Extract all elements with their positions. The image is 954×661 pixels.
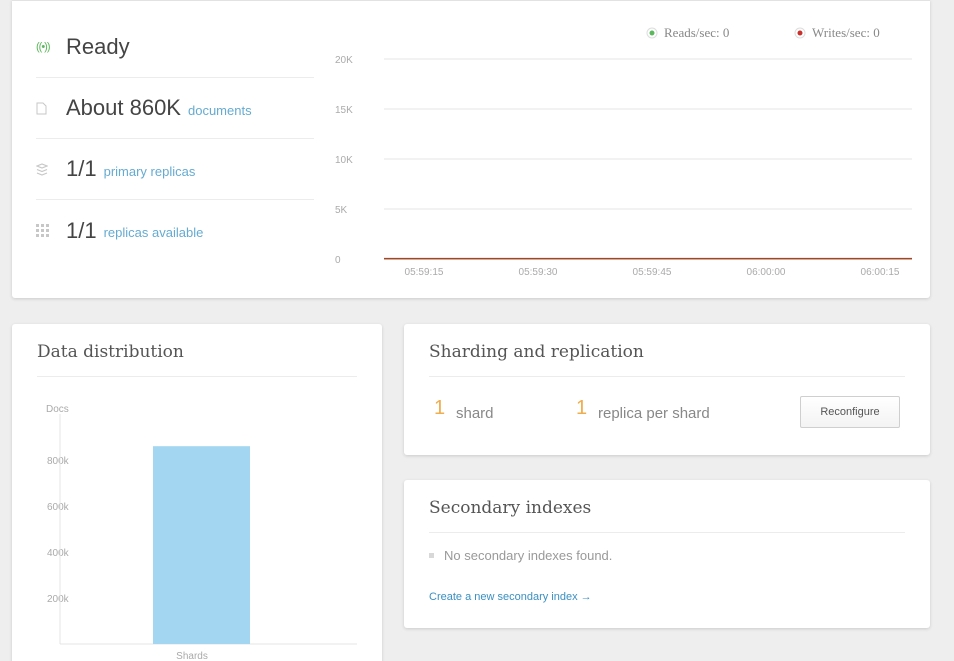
x-tick-label: 05:59:15 [405, 267, 444, 278]
title-divider [429, 532, 905, 533]
broadcast-icon: ((•)) [36, 41, 51, 53]
status-row: ((•)) Ready [36, 17, 314, 78]
y-axis-label: Docs [46, 404, 69, 415]
replicas-available-row: 1/1 replicas available [36, 200, 314, 261]
data-distribution-title: Data distribution [37, 342, 184, 362]
secondary-indexes-title: Secondary indexes [429, 498, 592, 518]
x-axis: 05:59:15 05:59:30 05:59:45 06:00:00 06:00:15 [405, 267, 900, 278]
io-line-chart: Reads/sec: 0 Writes/sec: 0 20K15K10K5K0 … [335, 25, 912, 278]
primary-replicas-row: 1/1 primary replicas [36, 139, 314, 200]
legend-marker-writes [797, 30, 803, 36]
y-axis: 200k 400k 600k 800k [47, 456, 70, 605]
documents-row: About 860K documents [36, 78, 314, 139]
x-tick-label: 05:59:30 [519, 267, 558, 278]
chart-grid [384, 58, 912, 260]
title-divider [429, 376, 905, 377]
primary-replicas-label: primary replicas [103, 163, 196, 179]
replica-label: replica per shard [598, 405, 710, 422]
y-axis: 20K 15K 10K 5K 0 [335, 55, 353, 266]
reconfigure-button[interactable]: Reconfigure [800, 396, 900, 428]
document-icon [36, 102, 66, 115]
x-tick-label: 06:00:00 [747, 267, 786, 278]
documents-label: documents [187, 102, 252, 118]
create-index-link[interactable]: Create a new secondary index → [429, 591, 592, 603]
secondary-indexes-panel: Secondary indexes No secondary indexes f… [404, 480, 930, 628]
replicas-available-count: 1/1 [66, 217, 97, 243]
title-divider [37, 376, 357, 377]
no-indexes-message: No secondary indexes found. [444, 548, 613, 563]
sharding-title: Sharding and replication [429, 342, 644, 362]
chart-legend: Reads/sec: 0 Writes/sec: 0 [646, 25, 880, 40]
shard-label: shard [456, 405, 494, 422]
primary-replicas-count: 1/1 [66, 156, 97, 181]
chart-series [384, 257, 912, 260]
sharding-panel: Sharding and replication 1 shard 1 repli… [404, 324, 930, 455]
x-tick-label: 06:00:15 [861, 267, 900, 278]
stack-icon [36, 162, 66, 176]
y-tick-label: 10K [335, 155, 353, 166]
legend-marker-reads [649, 30, 655, 36]
y-tick-label: 5K [335, 205, 348, 216]
distribution-bar-chart: Docs 200k 400k 600k 800k Shards [46, 404, 357, 661]
replica-count: 1 [576, 397, 588, 419]
shard-count: 1 [434, 397, 446, 419]
y-tick-label: 800k [47, 456, 70, 467]
bar-shards[interactable] [153, 446, 250, 644]
x-tick-shards: Shards [176, 651, 208, 661]
y-tick-label: 400k [47, 548, 70, 559]
y-tick-label: 600k [47, 502, 70, 513]
bars [153, 446, 250, 644]
x-tick-label: 05:59:45 [633, 267, 672, 278]
overview-panel: ((•)) Ready About 860K documents 1/1 pri… [12, 0, 930, 298]
y-tick-label: 0 [335, 255, 341, 266]
grid-icon [36, 224, 66, 237]
documents-count: About 860K [66, 95, 181, 120]
legend-reads: Reads/sec: 0 [664, 25, 729, 40]
legend-writes: Writes/sec: 0 [812, 25, 880, 40]
y-tick-label: 20K [335, 55, 353, 66]
bullet-icon [429, 553, 434, 558]
status-text: Ready [66, 34, 130, 59]
replicas-available-label: replicas available [103, 225, 204, 240]
data-distribution-panel: Data distribution Docs 200k 400k 600k 800k … [12, 324, 382, 661]
y-tick-label: 200k [47, 594, 70, 605]
y-tick-label: 15K [335, 105, 353, 116]
